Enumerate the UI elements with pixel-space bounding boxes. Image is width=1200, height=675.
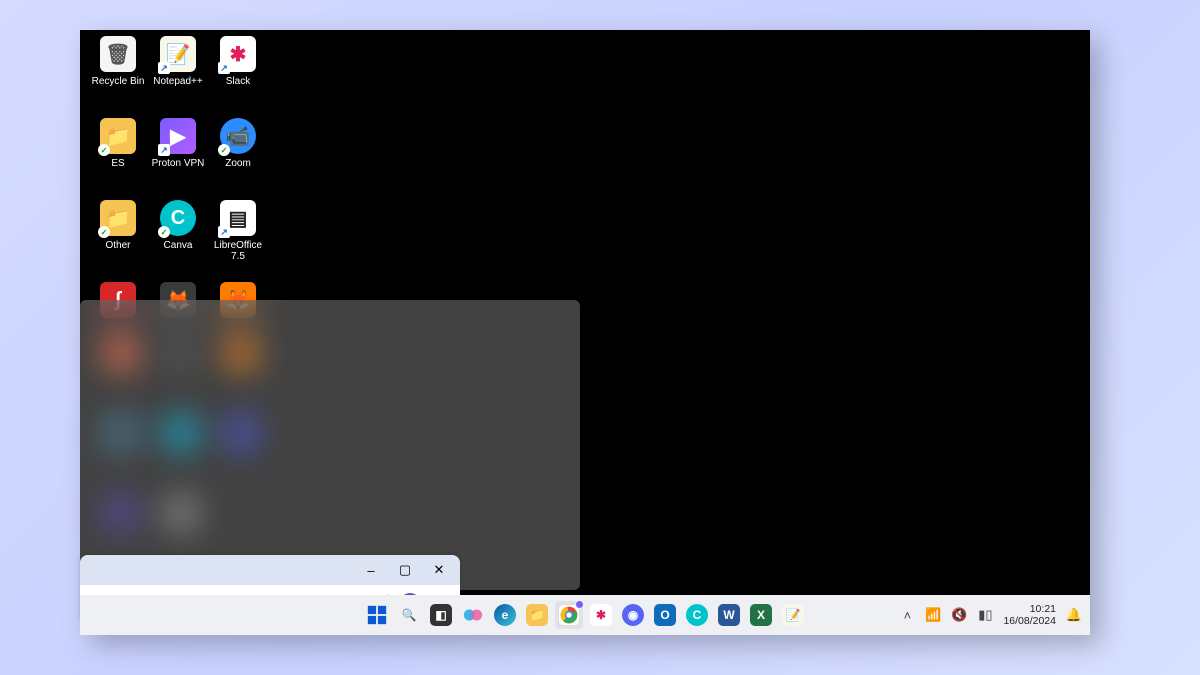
volume-muted-icon[interactable]: 🔇	[951, 607, 967, 623]
chrome-icon[interactable]	[555, 601, 583, 629]
desktop-screen: 🗑 Recycle Bin 📝↗ Notepad++ ✱↗ Slack 📁✓ ES ▶↗ Prot…	[80, 30, 1090, 635]
desktop-icon-label: Canva	[148, 240, 208, 251]
desktop-icon-libreoffice[interactable]: ▤↗ LibreOffice 7.5	[208, 200, 268, 262]
tray-overflow-chevron-icon[interactable]: ˄	[899, 607, 915, 623]
desktop-icon-protonvpn[interactable]: ▶↗ Proton VPN	[148, 118, 208, 169]
desktop-icon-other-folder[interactable]: 📁✓ Other	[88, 200, 148, 251]
notifications-icon[interactable]: 🔔	[1066, 607, 1082, 623]
desktop-icon-notepadpp[interactable]: 📝↗ Notepad++	[148, 36, 208, 87]
desktop-icon-slack[interactable]: ✱↗ Slack	[208, 36, 268, 87]
protonvpn-icon: ▶↗	[160, 118, 196, 154]
taskbar-pinned-area: 🔍◧ e📁 ✱◉OCWX📝	[363, 601, 807, 629]
taskbar-clock[interactable]: 10:21 16/08/2024	[1003, 603, 1056, 627]
canva-icon[interactable]: C	[683, 601, 711, 629]
start-button[interactable]	[363, 601, 391, 629]
file-explorer-icon[interactable]: 📁	[523, 601, 551, 629]
minimize-button[interactable]: –	[356, 558, 386, 582]
close-button[interactable]: ✕	[424, 558, 454, 582]
copilot-icon[interactable]	[459, 601, 487, 629]
notepadpp-icon: 📝↗	[160, 36, 196, 72]
slack-icon: ✱↗	[220, 36, 256, 72]
canva-icon: C✓	[160, 200, 196, 236]
desktop-icon-label: Zoom	[208, 158, 268, 169]
taskbar: 🔍◧ e📁 ✱◉OCWX📝 ˄ 📶 🔇 ▮▯ 10:21 16/08/2024 🔔	[80, 595, 1090, 635]
discord-icon[interactable]: ◉	[619, 601, 647, 629]
battery-icon[interactable]: ▮▯	[977, 607, 993, 623]
wifi-icon[interactable]: 📶	[925, 607, 941, 623]
task-view-icon[interactable]: ◧	[427, 601, 455, 629]
es-folder-icon: 📁✓	[100, 118, 136, 154]
desktop-icon-label: Slack	[208, 76, 268, 87]
edge-icon[interactable]: e	[491, 601, 519, 629]
desktop-icon-es-folder[interactable]: 📁✓ ES	[88, 118, 148, 169]
word-icon[interactable]: W	[715, 601, 743, 629]
desktop-icon-label: Notepad++	[148, 76, 208, 87]
outlook-icon[interactable]: O	[651, 601, 679, 629]
desktop-icon-label: Proton VPN	[148, 158, 208, 169]
clock-date: 16/08/2024	[1003, 615, 1056, 627]
desktop-icon-label: Recycle Bin	[88, 76, 148, 87]
desktop-icon-label: LibreOffice 7.5	[208, 240, 268, 262]
snap-preview-overlay	[80, 300, 580, 590]
other-folder-icon: 📁✓	[100, 200, 136, 236]
desktop-icon-label: Other	[88, 240, 148, 251]
desktop-icon-recycle-bin[interactable]: 🗑 Recycle Bin	[88, 36, 148, 87]
search-icon[interactable]: 🔍	[395, 601, 423, 629]
browser-titlebar[interactable]: – ▢ ✕	[80, 555, 460, 585]
system-tray: ˄ 📶 🔇 ▮▯ 10:21 16/08/2024 🔔	[899, 603, 1082, 627]
desktop-icon-canva[interactable]: C✓ Canva	[148, 200, 208, 251]
recycle-bin-icon: 🗑	[100, 36, 136, 72]
maximize-button[interactable]: ▢	[390, 558, 420, 582]
desktop-icon-zoom[interactable]: 📹✓ Zoom	[208, 118, 268, 169]
zoom-icon: 📹✓	[220, 118, 256, 154]
libreoffice-icon: ▤↗	[220, 200, 256, 236]
notepadpp-icon[interactable]: 📝	[779, 601, 807, 629]
slack-icon[interactable]: ✱	[587, 601, 615, 629]
excel-icon[interactable]: X	[747, 601, 775, 629]
desktop-icon-label: ES	[88, 158, 148, 169]
clock-time: 10:21	[1003, 603, 1056, 615]
